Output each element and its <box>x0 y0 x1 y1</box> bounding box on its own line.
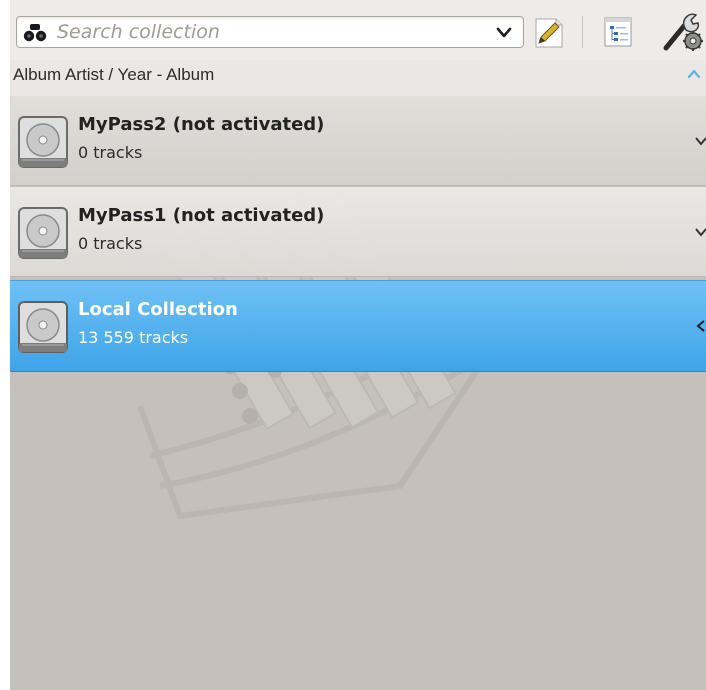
tree-view-icon[interactable] <box>600 14 636 50</box>
chevron-down-icon[interactable] <box>694 225 706 239</box>
binoculars-icon <box>23 24 47 42</box>
collection-name: MyPass1 (not activated) <box>78 205 325 226</box>
chevron-up-icon[interactable] <box>686 68 702 80</box>
hard-drive-icon <box>18 116 68 168</box>
hard-drive-icon <box>18 301 68 353</box>
chevron-left-icon[interactable] <box>694 319 706 333</box>
collection-row-local[interactable]: Local Collection 13 559 tracks <box>10 280 706 372</box>
track-count: 13 559 tracks <box>78 328 189 347</box>
configure-tools-icon[interactable] <box>660 10 706 54</box>
collection-row-mypass1[interactable]: MyPass1 (not activated) 0 tracks <box>10 187 706 277</box>
edit-filter-button[interactable] <box>530 14 566 50</box>
chevron-down-icon[interactable] <box>694 134 706 148</box>
collection-name: MyPass2 (not activated) <box>78 114 325 135</box>
chevron-down-icon[interactable] <box>495 26 513 40</box>
group-by-bar[interactable]: Album Artist / Year - Album <box>10 60 706 97</box>
search-input[interactable] <box>57 20 477 44</box>
collection-row-mypass2[interactable]: MyPass2 (not activated) 0 tracks <box>10 96 706 186</box>
track-count: 0 tracks <box>78 234 143 253</box>
hard-drive-icon <box>18 207 68 259</box>
search-box[interactable] <box>16 16 524 48</box>
group-by-label[interactable]: Album Artist / Year - Album <box>13 65 214 85</box>
collection-name: Local Collection <box>78 299 238 320</box>
collection-tree[interactable]: MyPass2 (not activated) 0 tracks MyPass1… <box>10 96 706 690</box>
toolbar-separator <box>582 16 583 48</box>
toolbar <box>10 0 706 60</box>
collection-browser: Album Artist / Year - Album <box>10 0 706 690</box>
track-count: 0 tracks <box>78 143 143 162</box>
